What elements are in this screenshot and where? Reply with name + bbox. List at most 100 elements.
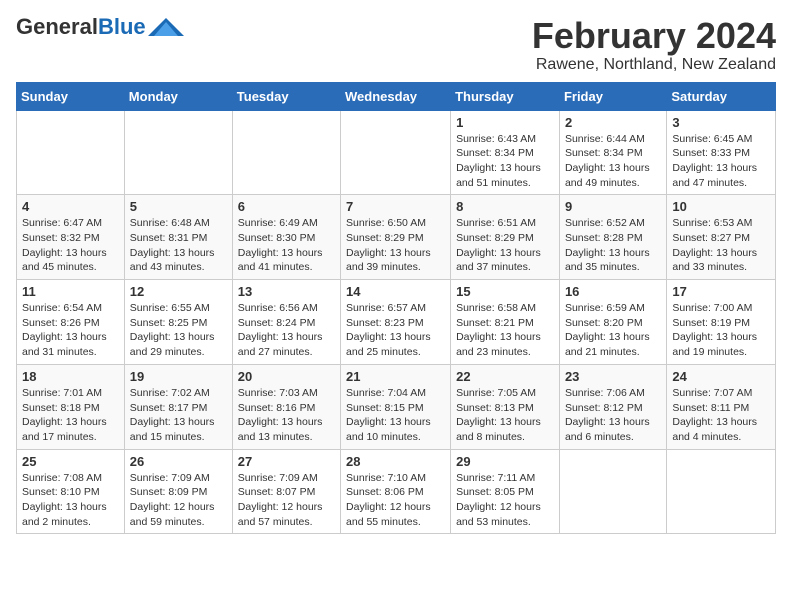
day-number: 20 <box>238 369 335 384</box>
day-number: 12 <box>130 284 227 299</box>
calendar-cell: 20Sunrise: 7:03 AMSunset: 8:16 PMDayligh… <box>232 364 340 449</box>
calendar-cell: 19 Sunrise: 7:02 AMSunset: 8:17 PMDayligh… <box>124 364 232 449</box>
calendar-cell: 22 Sunrise: 7:05 AMSunset: 8:13 PMDayligh… <box>451 364 560 449</box>
day-number: 16 <box>565 284 661 299</box>
calendar-cell: 25 Sunrise: 7:08 AMSunset: 8:10 PMDayligh… <box>17 449 125 534</box>
calendar-cell: 15 Sunrise: 6:58 AMSunset: 8:21 PMDayligh… <box>451 280 560 365</box>
day-number: 3 <box>672 115 770 130</box>
calendar-cell: 14Sunrise: 6:57 AMSunset: 8:23 PMDayligh… <box>341 280 451 365</box>
day-number: 5 <box>130 199 227 214</box>
day-number: 8 <box>456 199 554 214</box>
col-header-sunday: Sunday <box>17 82 125 110</box>
calendar-cell: 3 Sunrise: 6:45 AMSunset: 8:33 PMDaylight… <box>667 110 776 195</box>
day-number: 17 <box>672 284 770 299</box>
day-info: Sunrise: 7:11 AMSunset: 8:05 PMDaylight:… <box>456 471 554 530</box>
day-number: 25 <box>22 454 119 469</box>
day-number: 1 <box>456 115 554 130</box>
calendar-cell: 4 Sunrise: 6:47 AMSunset: 8:32 PMDaylight… <box>17 195 125 280</box>
day-info: Sunrise: 7:04 AMSunset: 8:15 PMDaylight:… <box>346 386 445 445</box>
calendar-table: SundayMondayTuesdayWednesdayThursdayFrid… <box>16 82 776 535</box>
day-info: Sunrise: 6:56 AMSunset: 8:24 PMDaylight:… <box>238 301 335 360</box>
day-number: 21 <box>346 369 445 384</box>
calendar-cell: 2Sunrise: 6:44 AMSunset: 8:34 PMDaylight… <box>559 110 666 195</box>
calendar-cell: 18 Sunrise: 7:01 AMSunset: 8:18 PMDayligh… <box>17 364 125 449</box>
day-number: 15 <box>456 284 554 299</box>
header-row: SundayMondayTuesdayWednesdayThursdayFrid… <box>17 82 776 110</box>
calendar-cell: 6 Sunrise: 6:49 AMSunset: 8:30 PMDaylight… <box>232 195 340 280</box>
day-info: Sunrise: 6:59 AMSunset: 8:20 PMDaylight:… <box>565 301 661 360</box>
day-number: 23 <box>565 369 661 384</box>
day-info: Sunrise: 7:09 AMSunset: 8:07 PMDaylight:… <box>238 471 335 530</box>
calendar-cell: 1Sunrise: 6:43 AMSunset: 8:34 PMDaylight… <box>451 110 560 195</box>
day-number: 6 <box>238 199 335 214</box>
day-number: 13 <box>238 284 335 299</box>
day-info: Sunrise: 6:45 AMSunset: 8:33 PMDaylight:… <box>672 132 770 191</box>
calendar-week-4: 18 Sunrise: 7:01 AMSunset: 8:18 PMDayligh… <box>17 364 776 449</box>
day-info: Sunrise: 6:51 AMSunset: 8:29 PMDaylight:… <box>456 216 554 275</box>
calendar-cell <box>341 110 451 195</box>
title-area: February 2024 Rawene, Northland, New Zea… <box>532 16 776 74</box>
day-info: Sunrise: 7:00 AMSunset: 8:19 PMDaylight:… <box>672 301 770 360</box>
day-info: Sunrise: 6:48 AMSunset: 8:31 PMDaylight:… <box>130 216 227 275</box>
calendar-cell: 21 Sunrise: 7:04 AMSunset: 8:15 PMDayligh… <box>341 364 451 449</box>
calendar-cell: 5 Sunrise: 6:48 AMSunset: 8:31 PMDaylight… <box>124 195 232 280</box>
month-title: February 2024 <box>532 16 776 56</box>
calendar-cell: 29 Sunrise: 7:11 AMSunset: 8:05 PMDayligh… <box>451 449 560 534</box>
location: Rawene, Northland, New Zealand <box>532 56 776 74</box>
calendar-cell <box>124 110 232 195</box>
calendar-cell <box>232 110 340 195</box>
day-info: Sunrise: 6:52 AMSunset: 8:28 PMDaylight:… <box>565 216 661 275</box>
day-number: 22 <box>456 369 554 384</box>
day-number: 10 <box>672 199 770 214</box>
calendar-cell <box>667 449 776 534</box>
day-number: 29 <box>456 454 554 469</box>
day-number: 24 <box>672 369 770 384</box>
calendar-cell: 7Sunrise: 6:50 AMSunset: 8:29 PMDaylight… <box>341 195 451 280</box>
calendar-cell: 26 Sunrise: 7:09 AMSunset: 8:09 PMDayligh… <box>124 449 232 534</box>
day-info: Sunrise: 7:09 AMSunset: 8:09 PMDaylight:… <box>130 471 227 530</box>
day-number: 11 <box>22 284 119 299</box>
day-info: Sunrise: 7:07 AMSunset: 8:11 PMDaylight:… <box>672 386 770 445</box>
day-info: Sunrise: 6:55 AMSunset: 8:25 PMDaylight:… <box>130 301 227 360</box>
day-number: 27 <box>238 454 335 469</box>
col-header-friday: Friday <box>559 82 666 110</box>
day-info: Sunrise: 6:49 AMSunset: 8:30 PMDaylight:… <box>238 216 335 275</box>
calendar-cell: 13 Sunrise: 6:56 AMSunset: 8:24 PMDayligh… <box>232 280 340 365</box>
day-number: 28 <box>346 454 445 469</box>
calendar-cell: 10Sunrise: 6:53 AMSunset: 8:27 PMDayligh… <box>667 195 776 280</box>
logo-blue: Blue <box>98 14 146 39</box>
day-number: 18 <box>22 369 119 384</box>
calendar-cell <box>17 110 125 195</box>
day-info: Sunrise: 6:58 AMSunset: 8:21 PMDaylight:… <box>456 301 554 360</box>
day-info: Sunrise: 7:08 AMSunset: 8:10 PMDaylight:… <box>22 471 119 530</box>
day-info: Sunrise: 6:50 AMSunset: 8:29 PMDaylight:… <box>346 216 445 275</box>
col-header-thursday: Thursday <box>451 82 560 110</box>
day-number: 4 <box>22 199 119 214</box>
day-info: Sunrise: 6:54 AMSunset: 8:26 PMDaylight:… <box>22 301 119 360</box>
calendar-cell: 12 Sunrise: 6:55 AMSunset: 8:25 PMDayligh… <box>124 280 232 365</box>
day-number: 9 <box>565 199 661 214</box>
day-info: Sunrise: 7:10 AMSunset: 8:06 PMDaylight:… <box>346 471 445 530</box>
day-number: 26 <box>130 454 227 469</box>
calendar-cell: 23Sunrise: 7:06 AMSunset: 8:12 PMDayligh… <box>559 364 666 449</box>
col-header-tuesday: Tuesday <box>232 82 340 110</box>
calendar-cell: 16 Sunrise: 6:59 AMSunset: 8:20 PMDayligh… <box>559 280 666 365</box>
col-header-saturday: Saturday <box>667 82 776 110</box>
day-info: Sunrise: 6:47 AMSunset: 8:32 PMDaylight:… <box>22 216 119 275</box>
calendar-week-5: 25 Sunrise: 7:08 AMSunset: 8:10 PMDayligh… <box>17 449 776 534</box>
col-header-monday: Monday <box>124 82 232 110</box>
logo: GeneralBlue <box>16 16 184 38</box>
day-info: Sunrise: 6:57 AMSunset: 8:23 PMDaylight:… <box>346 301 445 360</box>
page-header: GeneralBlue February 2024 Rawene, Northl… <box>16 16 776 74</box>
logo-general: General <box>16 14 98 39</box>
calendar-week-3: 11 Sunrise: 6:54 AMSunset: 8:26 PMDayligh… <box>17 280 776 365</box>
day-info: Sunrise: 7:01 AMSunset: 8:18 PMDaylight:… <box>22 386 119 445</box>
day-info: Sunrise: 7:02 AMSunset: 8:17 PMDaylight:… <box>130 386 227 445</box>
calendar-cell: 8 Sunrise: 6:51 AMSunset: 8:29 PMDaylight… <box>451 195 560 280</box>
calendar-cell: 24 Sunrise: 7:07 AMSunset: 8:11 PMDayligh… <box>667 364 776 449</box>
calendar-cell: 11 Sunrise: 6:54 AMSunset: 8:26 PMDayligh… <box>17 280 125 365</box>
day-number: 19 <box>130 369 227 384</box>
calendar-cell: 17 Sunrise: 7:00 AMSunset: 8:19 PMDayligh… <box>667 280 776 365</box>
calendar-week-1: 1Sunrise: 6:43 AMSunset: 8:34 PMDaylight… <box>17 110 776 195</box>
day-info: Sunrise: 7:05 AMSunset: 8:13 PMDaylight:… <box>456 386 554 445</box>
